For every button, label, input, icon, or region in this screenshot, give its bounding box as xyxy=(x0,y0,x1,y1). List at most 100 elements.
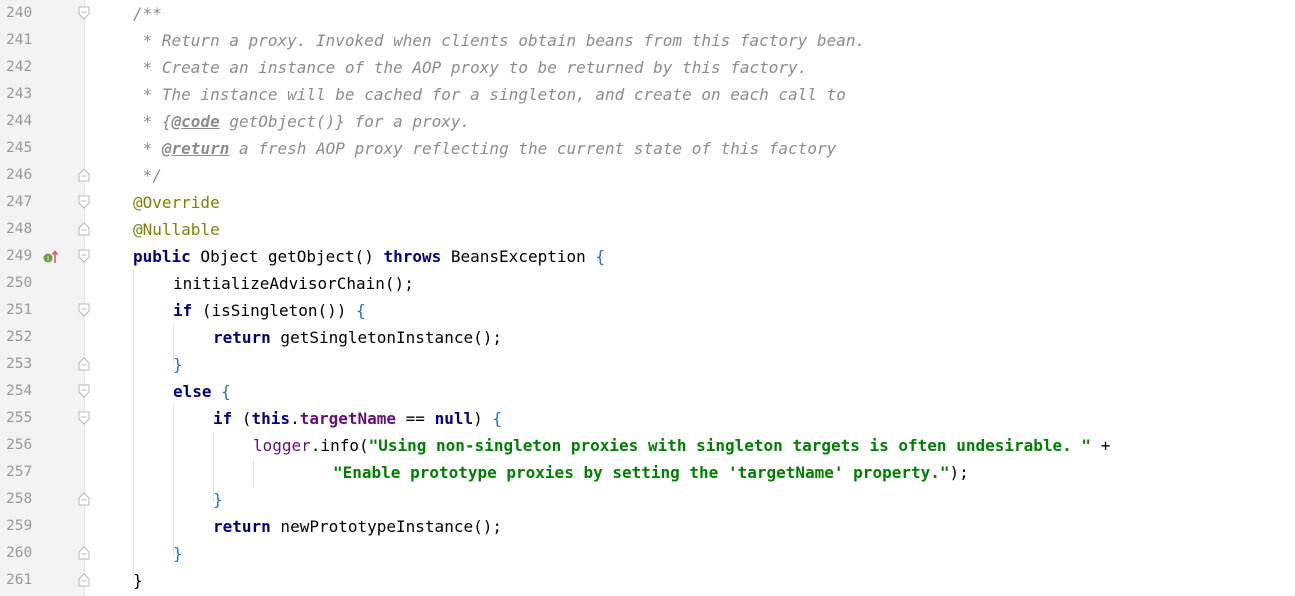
code-line[interactable]: 244 * {@code getObject()} for a proxy. xyxy=(0,108,1295,135)
fold-close-icon[interactable] xyxy=(78,492,90,506)
line-number: 249 xyxy=(6,248,33,264)
line-number: 258 xyxy=(6,491,33,507)
doc-tag[interactable]: @code xyxy=(172,112,220,131)
code-line[interactable]: 261 } xyxy=(0,567,1295,594)
annotation[interactable]: @Nullable xyxy=(133,216,220,243)
fold-open-icon[interactable] xyxy=(78,303,90,317)
line-number: 247 xyxy=(6,194,33,210)
line-number: 251 xyxy=(6,302,33,318)
line-number: 250 xyxy=(6,275,33,291)
line-number: 261 xyxy=(6,572,33,588)
doc-tag[interactable]: @return xyxy=(162,139,229,158)
fold-close-icon[interactable] xyxy=(78,357,90,371)
code-text: newPrototypeInstance(); xyxy=(270,517,502,536)
code-line[interactable]: 242 * Create an instance of the AOP prox… xyxy=(0,54,1295,81)
code-line[interactable]: 257 "Enable prototype proxies by setting… xyxy=(0,459,1295,486)
code-text: (isSingleton()) xyxy=(192,301,357,320)
code-content: if (isSingleton()) { xyxy=(173,297,366,324)
keyword: else xyxy=(173,382,212,401)
code-line[interactable]: 254 else { xyxy=(0,378,1295,405)
fold-open-icon[interactable] xyxy=(78,6,90,20)
keyword: this xyxy=(251,409,291,428)
code-line[interactable]: 260 } xyxy=(0,540,1295,567)
doc-comment: getObject()} for a proxy. xyxy=(219,112,471,131)
svg-text:I: I xyxy=(47,255,49,263)
doc-comment: a fresh AOP proxy reflecting the current… xyxy=(229,139,837,158)
code-content: "Enable prototype proxies by setting the… xyxy=(333,459,969,486)
code-line[interactable]: 256 logger.info("Using non-singleton pro… xyxy=(0,432,1295,459)
brace: } xyxy=(173,544,183,563)
code-text: BeansException xyxy=(441,247,596,266)
line-number: 255 xyxy=(6,410,33,426)
implementation-up-icon[interactable]: I xyxy=(43,249,59,265)
doc-comment: * xyxy=(133,139,162,158)
line-number: 254 xyxy=(6,383,33,399)
string-literal: "Enable prototype proxies by setting the… xyxy=(333,463,950,482)
annotation[interactable]: @Override xyxy=(133,189,220,216)
field-reference[interactable]: targetName xyxy=(300,409,396,428)
brace: { xyxy=(356,301,366,320)
keyword: null xyxy=(434,409,474,428)
code-line[interactable]: 249 I public Object getObject() throws B… xyxy=(0,243,1295,270)
code-text: == xyxy=(396,409,435,428)
code-text: Object getObject() xyxy=(190,247,384,266)
code-text: initializeAdvisorChain(); xyxy=(173,274,414,293)
fold-close-icon[interactable] xyxy=(78,546,90,560)
code-text: .info( xyxy=(310,436,369,455)
code-content: return getSingletonInstance(); xyxy=(213,324,502,351)
code-line[interactable]: 248 @Nullable xyxy=(0,216,1295,243)
fold-open-icon[interactable] xyxy=(78,384,90,398)
code-content: * @return a fresh AOP proxy reflecting t… xyxy=(133,135,837,162)
code-line[interactable]: 258 } xyxy=(0,486,1295,513)
code-line[interactable]: 245 * @return a fresh AOP proxy reflecti… xyxy=(0,135,1295,162)
fold-open-icon[interactable] xyxy=(78,411,90,425)
doc-comment: * Create an instance of the AOP proxy to… xyxy=(133,58,808,77)
keyword: public xyxy=(133,247,191,266)
code-line[interactable]: 251 if (isSingleton()) { xyxy=(0,297,1295,324)
code-line[interactable]: 247 @Override xyxy=(0,189,1295,216)
fold-open-icon[interactable] xyxy=(78,249,90,263)
brace: } xyxy=(133,571,143,590)
keyword: throws xyxy=(383,247,442,266)
keyword: if xyxy=(213,409,233,428)
code-line[interactable]: 252 return getSingletonInstance(); xyxy=(0,324,1295,351)
fold-close-icon[interactable] xyxy=(78,222,90,236)
code-line[interactable]: 240 /** xyxy=(0,0,1295,27)
code-content: if (this.targetName == null) { xyxy=(213,405,502,432)
fold-close-icon[interactable] xyxy=(78,573,90,587)
code-line[interactable]: 255 if (this.targetName == null) { xyxy=(0,405,1295,432)
fold-open-icon[interactable] xyxy=(78,195,90,209)
code-content: logger.info("Using non-singleton proxies… xyxy=(253,432,1110,459)
keyword: return xyxy=(213,517,271,536)
line-number: 242 xyxy=(6,59,33,75)
code-text: . xyxy=(290,409,300,428)
field-reference[interactable]: logger xyxy=(253,436,311,455)
line-number: 252 xyxy=(6,329,33,345)
code-text: ); xyxy=(949,463,969,482)
fold-close-icon[interactable] xyxy=(78,168,90,182)
line-number: 244 xyxy=(6,113,33,129)
code-text: + xyxy=(1091,436,1111,455)
code-content: return newPrototypeInstance(); xyxy=(213,513,502,540)
code-line[interactable]: 241 * Return a proxy. Invoked when clien… xyxy=(0,27,1295,54)
code-line[interactable]: 253 } xyxy=(0,351,1295,378)
code-text: ( xyxy=(232,409,252,428)
code-line[interactable]: 259 return newPrototypeInstance(); xyxy=(0,513,1295,540)
keyword: if xyxy=(173,301,193,320)
line-number: 241 xyxy=(6,32,33,48)
code-text: ) xyxy=(473,409,493,428)
brace: } xyxy=(173,355,183,374)
doc-comment: * The instance will be cached for a sing… xyxy=(133,85,846,104)
line-number: 240 xyxy=(6,5,33,21)
line-number: 259 xyxy=(6,518,33,534)
code-line[interactable]: 246 */ xyxy=(0,162,1295,189)
string-literal: "Using non-singleton proxies with single… xyxy=(368,436,1092,455)
doc-comment: /** xyxy=(133,4,162,23)
doc-comment: */ xyxy=(133,166,162,185)
code-content: * {@code getObject()} for a proxy. xyxy=(133,108,471,135)
code-content: public Object getObject() throws BeansEx… xyxy=(133,243,605,270)
code-line[interactable]: 243 * The instance will be cached for a … xyxy=(0,81,1295,108)
line-number: 260 xyxy=(6,545,33,561)
brace: { xyxy=(211,382,231,401)
code-line[interactable]: 250 initializeAdvisorChain(); xyxy=(0,270,1295,297)
